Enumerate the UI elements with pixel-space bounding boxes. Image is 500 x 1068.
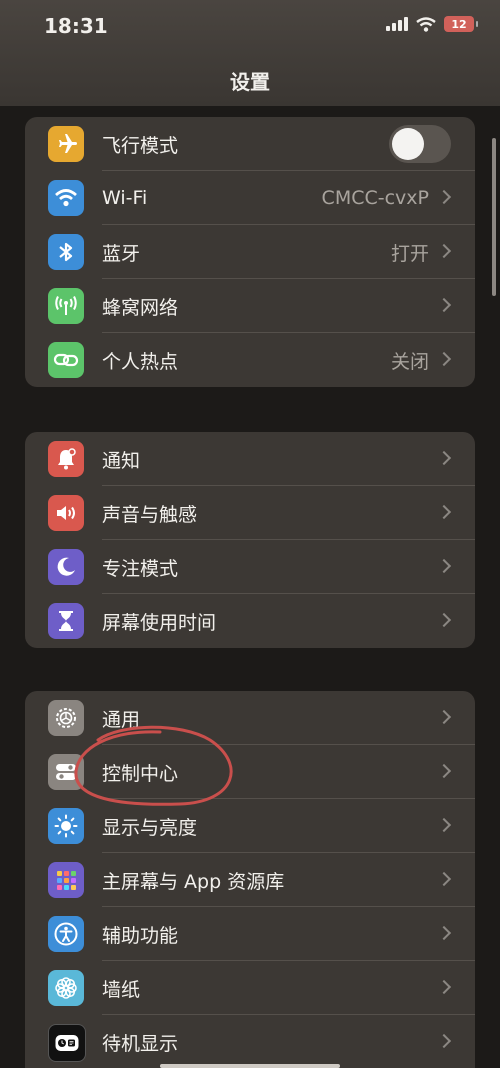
row-label: 个人热点 <box>102 350 179 373</box>
chevron-right-icon <box>436 558 452 574</box>
row-label: 主屏幕与 App 资源库 <box>102 870 285 893</box>
row-accessibility[interactable]: 辅助功能 <box>25 907 475 961</box>
chevron-right-icon <box>436 709 452 725</box>
row-label: Wi-Fi <box>102 187 148 209</box>
status-time: 18:31 <box>44 14 108 38</box>
row-label: 通知 <box>102 449 141 472</box>
scrollbar[interactable] <box>492 138 496 296</box>
chevron-right-icon <box>436 504 452 520</box>
chevron-right-icon <box>436 925 452 941</box>
wifi-network-value: CMCC-cvxP <box>321 187 429 209</box>
bell-icon <box>48 441 84 477</box>
row-notifications[interactable]: 通知 <box>25 432 475 486</box>
switches-icon <box>48 754 84 790</box>
chevron-right-icon <box>436 243 452 259</box>
row-focus[interactable]: 专注模式 <box>25 540 475 594</box>
flower-icon <box>48 970 84 1006</box>
wifi-icon <box>48 180 84 216</box>
accessibility-icon <box>48 916 84 952</box>
row-label: 声音与触感 <box>102 503 198 526</box>
chevron-right-icon <box>436 817 452 833</box>
home-indicator[interactable] <box>160 1064 340 1068</box>
chevron-right-icon <box>436 871 452 887</box>
row-airplane-mode: 飞行模式 <box>25 117 475 171</box>
row-home-screen[interactable]: 主屏幕与 App 资源库 <box>25 853 475 907</box>
row-bluetooth[interactable]: 蓝牙 打开 <box>25 225 475 279</box>
wifi-status-icon <box>416 16 436 32</box>
row-label: 通用 <box>102 708 141 731</box>
status-icons: 12 <box>386 16 478 32</box>
standby-icon <box>48 1024 86 1062</box>
row-label: 屏幕使用时间 <box>102 611 217 634</box>
airplane-mode-toggle[interactable] <box>389 125 451 163</box>
battery-icon: 12 <box>444 16 478 32</box>
row-label: 待机显示 <box>102 1032 179 1055</box>
row-wallpaper[interactable]: 墙纸 <box>25 961 475 1015</box>
row-sounds-haptics[interactable]: 声音与触感 <box>25 486 475 540</box>
row-label: 控制中心 <box>102 762 179 785</box>
signal-icon <box>386 17 408 31</box>
settings-group-connectivity: 飞行模式 Wi-Fi CMCC-cvxP 蓝牙 打开 蜂窝网络 个人热点 关闭 <box>25 117 475 387</box>
chevron-right-icon <box>436 450 452 466</box>
moon-icon <box>48 549 84 585</box>
speaker-icon <box>48 495 84 531</box>
row-label: 显示与亮度 <box>102 816 198 839</box>
row-control-center[interactable]: 控制中心 <box>25 745 475 799</box>
airplane-icon <box>48 126 84 162</box>
chevron-right-icon <box>436 612 452 628</box>
bluetooth-icon <box>48 234 84 270</box>
row-label: 蓝牙 <box>102 242 141 265</box>
row-label: 飞行模式 <box>102 134 179 157</box>
row-label: 墙纸 <box>102 978 141 1001</box>
row-hotspot[interactable]: 个人热点 关闭 <box>25 333 475 387</box>
gear-icon <box>48 700 84 736</box>
chevron-right-icon <box>436 189 452 205</box>
cellular-icon <box>48 288 84 324</box>
row-general[interactable]: 通用 <box>25 691 475 745</box>
row-cellular[interactable]: 蜂窝网络 <box>25 279 475 333</box>
row-label: 蜂窝网络 <box>102 296 179 319</box>
toggle-knob <box>392 128 424 160</box>
chevron-right-icon <box>436 763 452 779</box>
app-grid-icon <box>48 862 84 898</box>
nav-bar: 18:31 12 设置 <box>0 0 500 106</box>
hotspot-icon <box>48 342 84 378</box>
chevron-right-icon <box>436 979 452 995</box>
settings-group-notifications: 通知 声音与触感 专注模式 屏幕使用时间 <box>25 432 475 648</box>
row-display-brightness[interactable]: 显示与亮度 <box>25 799 475 853</box>
row-label: 专注模式 <box>102 557 179 580</box>
chevron-right-icon <box>436 1033 452 1049</box>
page-title: 设置 <box>230 70 270 94</box>
row-standby[interactable]: 待机显示 <box>25 1015 475 1068</box>
hourglass-icon <box>48 603 84 639</box>
row-label: 辅助功能 <box>102 924 179 947</box>
sun-icon <box>48 808 84 844</box>
bluetooth-value: 打开 <box>390 242 429 265</box>
row-wifi[interactable]: Wi-Fi CMCC-cvxP <box>25 171 475 225</box>
settings-group-general: 通用 控制中心 显示与亮度 主屏幕与 App 资源库 辅助功能 墙纸 待机显示 <box>25 691 475 1068</box>
hotspot-value: 关闭 <box>390 350 429 373</box>
chevron-right-icon <box>436 297 452 313</box>
chevron-right-icon <box>436 351 452 367</box>
row-screen-time[interactable]: 屏幕使用时间 <box>25 594 475 648</box>
